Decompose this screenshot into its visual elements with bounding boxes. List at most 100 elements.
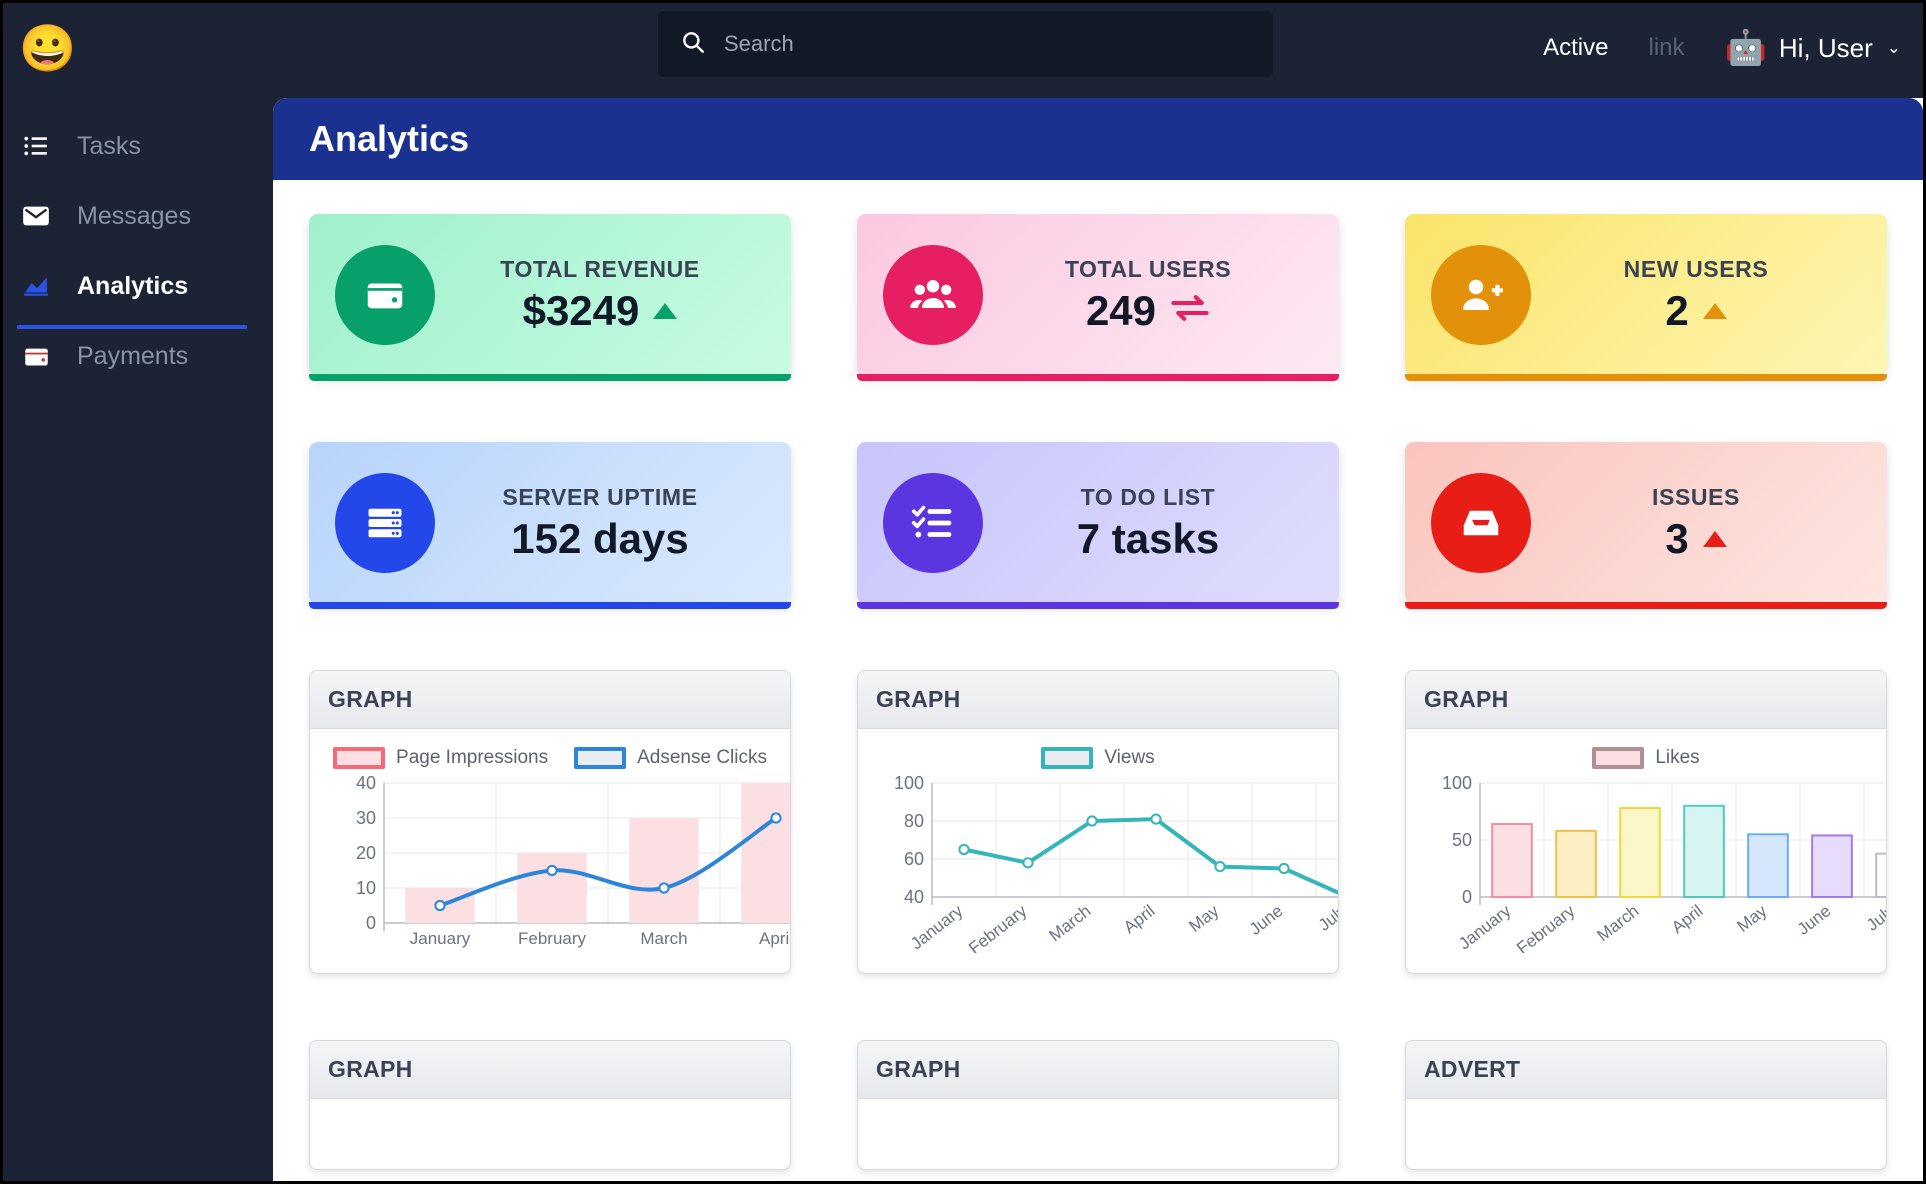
graph-panel-row-2: GRAPH GRAPH ADVERT bbox=[309, 1040, 1887, 1170]
svg-text:January: January bbox=[410, 929, 471, 948]
search-bar[interactable] bbox=[658, 11, 1273, 77]
panel-title: GRAPH bbox=[1424, 686, 1509, 712]
svg-text:April: April bbox=[1668, 901, 1707, 937]
svg-text:40: 40 bbox=[904, 887, 924, 907]
stat-card-row-2: SERVER UPTIME 152 days TO DO LIST 7 task… bbox=[309, 442, 1887, 609]
panel-body: Page Impressions Adsense Clicks 0 10 20 30 4… bbox=[310, 729, 790, 973]
user-plus-icon bbox=[1431, 245, 1531, 345]
chevron-down-icon: ⌄ bbox=[1886, 38, 1901, 57]
panel-header: GRAPH bbox=[858, 1041, 1338, 1099]
legend-swatch-likes bbox=[1592, 747, 1645, 769]
legend-item[interactable]: Views bbox=[1041, 747, 1155, 769]
panel-body: Views 40 60 80 100 January February March April… bbox=[858, 729, 1338, 973]
legend-item[interactable]: Adsense Clicks bbox=[574, 747, 767, 769]
robot-avatar-icon: 🤖 bbox=[1724, 29, 1767, 67]
stat-card-issues[interactable]: ISSUES 3 bbox=[1405, 442, 1887, 609]
svg-text:June: June bbox=[1246, 901, 1287, 939]
legend-label: Views bbox=[1104, 747, 1155, 768]
svg-text:May: May bbox=[1733, 901, 1770, 936]
stat-label: TOTAL REVENUE bbox=[500, 255, 700, 282]
stat-value: 7 tasks bbox=[1076, 514, 1220, 562]
stat-card-server-uptime[interactable]: SERVER UPTIME 152 days bbox=[309, 442, 791, 609]
svg-text:January: January bbox=[907, 901, 967, 953]
wallet-icon bbox=[335, 245, 435, 345]
panel-body bbox=[858, 1099, 1338, 1169]
stat-card-to-do-list[interactable]: TO DO LIST 7 tasks bbox=[857, 442, 1339, 609]
stat-card-new-users[interactable]: NEW USERS 2 bbox=[1405, 214, 1887, 381]
active-link[interactable]: Active bbox=[1543, 34, 1608, 62]
legend-label: Page Impressions bbox=[396, 747, 549, 768]
chart-views: 40 60 80 100 JanuaryFebruary March April May Jun… bbox=[894, 773, 1339, 953]
stat-label: TO DO LIST bbox=[1080, 483, 1216, 510]
trend-up-icon bbox=[1702, 302, 1727, 319]
stat-label: TOTAL USERS bbox=[1064, 255, 1232, 282]
sidebar-item-payments[interactable]: Payments bbox=[3, 321, 273, 391]
server-icon bbox=[335, 473, 435, 573]
svg-text:May: May bbox=[1185, 901, 1222, 936]
legend-item[interactable]: Likes bbox=[1592, 747, 1700, 769]
panel-title: GRAPH bbox=[876, 686, 961, 712]
svg-text:April: April bbox=[759, 929, 791, 948]
stat-card-row-1: TOTAL REVENUE $3249 TOTAL USERS 249 NEW … bbox=[309, 214, 1887, 381]
advert-panel: ADVERT bbox=[1405, 1040, 1887, 1170]
svg-text:July: July bbox=[1315, 901, 1339, 935]
chart-likes: 0 50 100 JanuaryFebruary March April May June Ju… bbox=[1442, 773, 1887, 953]
search-input[interactable] bbox=[724, 31, 1244, 57]
svg-text:April: April bbox=[1120, 901, 1159, 937]
svg-text:50: 50 bbox=[1452, 830, 1472, 850]
legend-item[interactable]: Page Impressions bbox=[333, 747, 548, 769]
graph-panel-bottom-middle: GRAPH bbox=[857, 1040, 1339, 1170]
content-area: TOTAL REVENUE $3249 TOTAL USERS 249 NEW … bbox=[273, 180, 1923, 1170]
page-banner: Analytics bbox=[273, 98, 1923, 180]
stat-body: NEW USERS 2 bbox=[1531, 256, 1861, 335]
tasks-list-icon bbox=[883, 473, 983, 573]
sidebar-item-label: Tasks bbox=[77, 131, 141, 160]
svg-text:30: 30 bbox=[356, 808, 376, 828]
user-menu[interactable]: 🤖 Hi, User ⌄ bbox=[1725, 31, 1902, 65]
top-right-group: Active link 🤖 Hi, User ⌄ bbox=[1543, 3, 1901, 93]
stat-label: SERVER UPTIME bbox=[502, 483, 698, 510]
svg-text:June: June bbox=[1794, 901, 1835, 939]
chart-legend: Page Impressions Adsense Clicks bbox=[326, 747, 774, 769]
graph-panel-row-1: GRAPH Page Impressions Adsense Clicks 0 … bbox=[309, 670, 1887, 974]
sidebar-item-messages[interactable]: Messages bbox=[3, 181, 273, 251]
svg-text:July: July bbox=[1863, 901, 1887, 935]
stat-label: ISSUES bbox=[1652, 483, 1740, 510]
stat-body: SERVER UPTIME 152 days bbox=[435, 484, 765, 563]
stat-label: NEW USERS bbox=[1623, 255, 1769, 282]
users-icon bbox=[883, 245, 983, 345]
svg-text:40: 40 bbox=[356, 773, 376, 793]
svg-text:January: January bbox=[1455, 901, 1515, 953]
panel-header: ADVERT bbox=[1406, 1041, 1886, 1099]
legend-swatch-adsense-clicks bbox=[574, 747, 627, 769]
panel-header: GRAPH bbox=[310, 1041, 790, 1099]
svg-text:20: 20 bbox=[356, 843, 376, 863]
secondary-link[interactable]: link bbox=[1648, 34, 1684, 62]
svg-text:March: March bbox=[640, 929, 687, 948]
legend-label: Likes bbox=[1655, 747, 1700, 768]
stat-card-total-users[interactable]: TOTAL USERS 249 bbox=[857, 214, 1339, 381]
legend-swatch-page-impressions bbox=[333, 747, 386, 769]
stat-value: 3 bbox=[1665, 514, 1689, 562]
panel-header: GRAPH bbox=[858, 671, 1338, 729]
exchange-arrows-icon bbox=[1170, 293, 1210, 328]
inbox-icon bbox=[1431, 473, 1531, 573]
chart-impressions-clicks: 0 10 20 30 40 January February March April bbox=[356, 773, 791, 948]
chart-area-icon bbox=[21, 273, 51, 299]
graph-panel-views: GRAPH Views 40 60 80 100 January February Marc… bbox=[857, 670, 1339, 974]
top-bar: 😀 Active link 🤖 Hi, User ⌄ bbox=[3, 3, 1923, 93]
svg-text:February: February bbox=[965, 901, 1031, 953]
sidebar-item-label: Messages bbox=[77, 201, 191, 230]
grinning-face-emoji[interactable]: 😀 bbox=[17, 25, 79, 71]
stat-value: $3249 bbox=[522, 286, 640, 334]
stat-card-total-revenue[interactable]: TOTAL REVENUE $3249 bbox=[309, 214, 791, 381]
sidebar-item-tasks[interactable]: Tasks bbox=[3, 111, 273, 181]
svg-text:0: 0 bbox=[1462, 887, 1472, 907]
trend-up-icon bbox=[1702, 530, 1727, 547]
sidebar-item-analytics[interactable]: Analytics bbox=[3, 251, 273, 329]
sidebar-item-label: Payments bbox=[77, 341, 189, 370]
list-check-icon bbox=[21, 133, 51, 159]
wallet-icon bbox=[21, 343, 51, 370]
stat-value: 2 bbox=[1665, 286, 1689, 334]
svg-text:100: 100 bbox=[1442, 773, 1472, 793]
